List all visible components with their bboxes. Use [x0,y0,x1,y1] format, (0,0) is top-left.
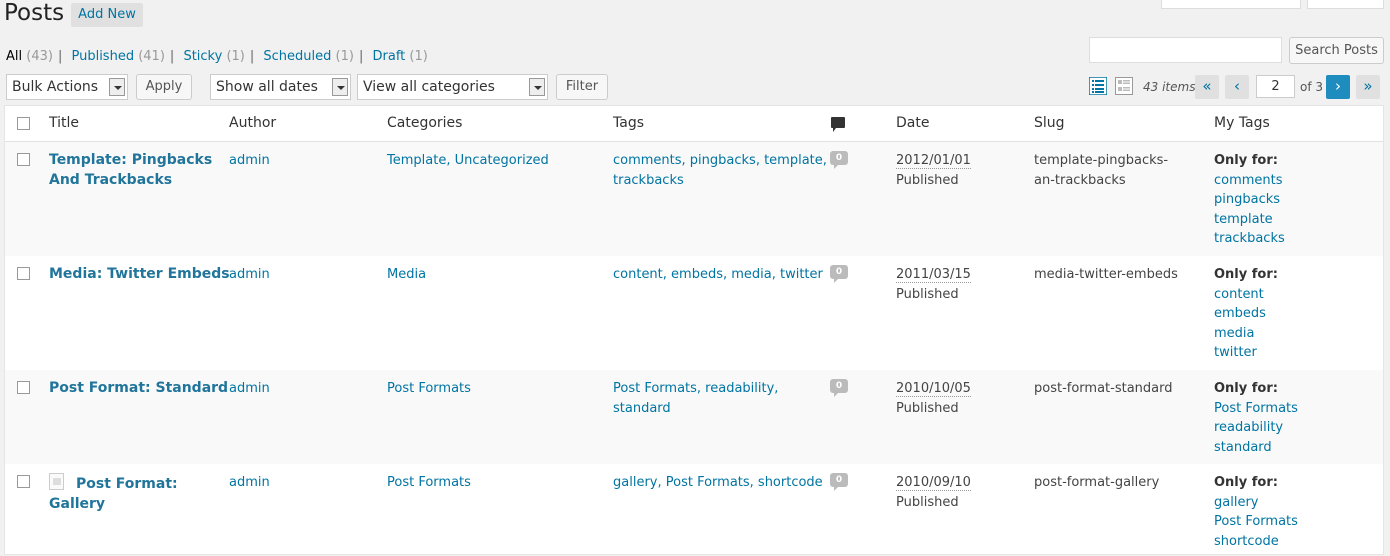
view-all[interactable]: All (43) [6,49,53,64]
chevron-down-icon [332,78,348,96]
apply-button[interactable]: Apply [136,74,192,100]
tags-links[interactable]: comments, pingbacks, template, trackbacks [613,151,827,190]
my-tags-cell: Only for: Post Formats readability stand… [1214,381,1298,455]
table-row: Template: Pingbacks And Trackbacks admin … [5,142,1383,256]
comment-count-bubble[interactable]: 0 [830,473,848,491]
column-date[interactable]: Date [896,115,929,131]
bulk-actions-select[interactable]: Bulk Actions [6,74,128,100]
my-tag-link[interactable]: template [1214,212,1273,227]
tags-links[interactable]: content, embeds, media, twitter [613,265,823,285]
table-row: Post Format: Standard admin Post Formats… [5,370,1383,464]
comment-count-bubble[interactable]: 0 [830,379,848,397]
post-title-link[interactable]: Media: Twitter Embeds [49,266,230,282]
items-count: 43 items [1143,80,1196,94]
tags-links[interactable]: Post Formats, readability, standard [613,379,778,418]
screen-options-tab[interactable] [1161,0,1301,9]
author-link[interactable]: admin [229,473,270,493]
gallery-format-icon [49,473,64,490]
my-tags-cell: Only for: gallery Post Formats shortcode [1214,475,1298,549]
row-checkbox[interactable] [17,267,30,280]
tags-links[interactable]: gallery, Post Formats, shortcode [613,473,823,493]
filter-button[interactable]: Filter [556,74,608,100]
my-tag-link[interactable]: media [1214,326,1255,341]
author-link[interactable]: admin [229,379,270,399]
date-cell: 2010/09/10 Published [896,475,971,510]
chevron-down-icon [529,78,545,96]
author-link[interactable]: admin [229,151,270,171]
current-page-input[interactable]: 2 [1256,75,1295,98]
slug-cell: media-twitter-embeds [1034,267,1178,282]
slug-cell: template-pingbacks-an-trackbacks [1034,153,1169,188]
my-tag-link[interactable]: gallery [1214,495,1258,510]
date-filter-select[interactable]: Show all dates [210,74,351,100]
posts-table: Title Author Categories Tags Date Slug M… [4,105,1384,555]
date-cell: 2010/10/05 Published [896,381,971,416]
my-tag-link[interactable]: shortcode [1214,534,1279,549]
category-filter-select[interactable]: View all categories [357,74,548,100]
chevron-down-icon [109,78,125,96]
column-slug: Slug [1034,115,1065,131]
my-tag-link[interactable]: Post Formats [1214,514,1298,529]
post-title-link[interactable]: Post Format: Standard [49,380,228,396]
my-tag-link[interactable]: embeds [1214,306,1266,321]
my-tag-link[interactable]: pingbacks [1214,192,1280,207]
comment-count-bubble[interactable]: 0 [830,265,848,283]
post-title-link[interactable]: Template: Pingbacks And Trackbacks [49,152,212,188]
my-tag-link[interactable]: trackbacks [1214,231,1285,246]
column-categories: Categories [387,115,463,131]
categories-links[interactable]: Post Formats [387,379,471,399]
row-checkbox[interactable] [17,475,30,488]
column-tags: Tags [613,115,644,131]
page-title: Posts [4,0,65,26]
search-posts-button[interactable]: Search Posts [1289,37,1384,64]
author-link[interactable]: admin [229,265,270,285]
my-tags-cell: Only for: comments pingbacks template tr… [1214,153,1285,246]
total-pages: of 3 [1300,80,1324,94]
view-published[interactable]: Published (41) [71,49,164,64]
post-status-filter: All (43) | Published (41) | Sticky (1) | Sc… [6,49,428,64]
my-tag-link[interactable]: twitter [1214,345,1257,360]
prev-page-button[interactable]: ‹ [1225,75,1249,99]
row-checkbox[interactable] [17,153,30,166]
column-author: Author [229,115,277,131]
view-sticky[interactable]: Sticky (1) [183,49,244,64]
next-page-button[interactable]: › [1326,75,1350,99]
my-tag-link[interactable]: standard [1214,440,1272,455]
help-tab[interactable] [1307,0,1384,9]
search-input[interactable] [1089,37,1282,63]
my-tag-link[interactable]: comments [1214,173,1283,188]
add-new-button[interactable]: Add New [71,3,143,27]
my-tags-cell: Only for: content embeds media twitter [1214,267,1278,360]
my-tag-link[interactable]: readability [1214,420,1283,435]
my-tag-link[interactable]: Post Formats [1214,401,1298,416]
first-page-button[interactable]: « [1195,75,1219,99]
column-my-tags: My Tags [1214,115,1270,131]
comments-column-icon[interactable] [831,117,845,132]
slug-cell: post-format-standard [1034,381,1173,396]
row-checkbox[interactable] [17,381,30,394]
table-header: Title Author Categories Tags Date Slug M… [5,106,1383,142]
select-all-checkbox[interactable] [17,117,30,130]
table-row: Media: Twitter Embeds admin Media conten… [5,256,1383,370]
post-title-link[interactable]: Post Format: Gallery [49,476,178,512]
view-draft[interactable]: Draft (1) [373,49,428,64]
view-scheduled[interactable]: Scheduled (1) [263,49,354,64]
column-title[interactable]: Title [49,115,79,131]
categories-links[interactable]: Post Formats [387,473,471,493]
categories-links[interactable]: Media [387,265,426,285]
my-tag-link[interactable]: content [1214,287,1264,302]
last-page-button[interactable]: » [1356,75,1380,99]
date-cell: 2012/01/01 Published [896,153,971,188]
date-cell: 2011/03/15 Published [896,267,971,302]
list-view-icon[interactable] [1089,77,1107,95]
excerpt-view-icon[interactable] [1115,77,1133,95]
comment-count-bubble[interactable]: 0 [830,151,848,169]
slug-cell: post-format-gallery [1034,475,1160,490]
table-row: Post Format: Gallery admin Post Formats g… [5,464,1383,556]
categories-links[interactable]: Template, Uncategorized [387,151,549,171]
